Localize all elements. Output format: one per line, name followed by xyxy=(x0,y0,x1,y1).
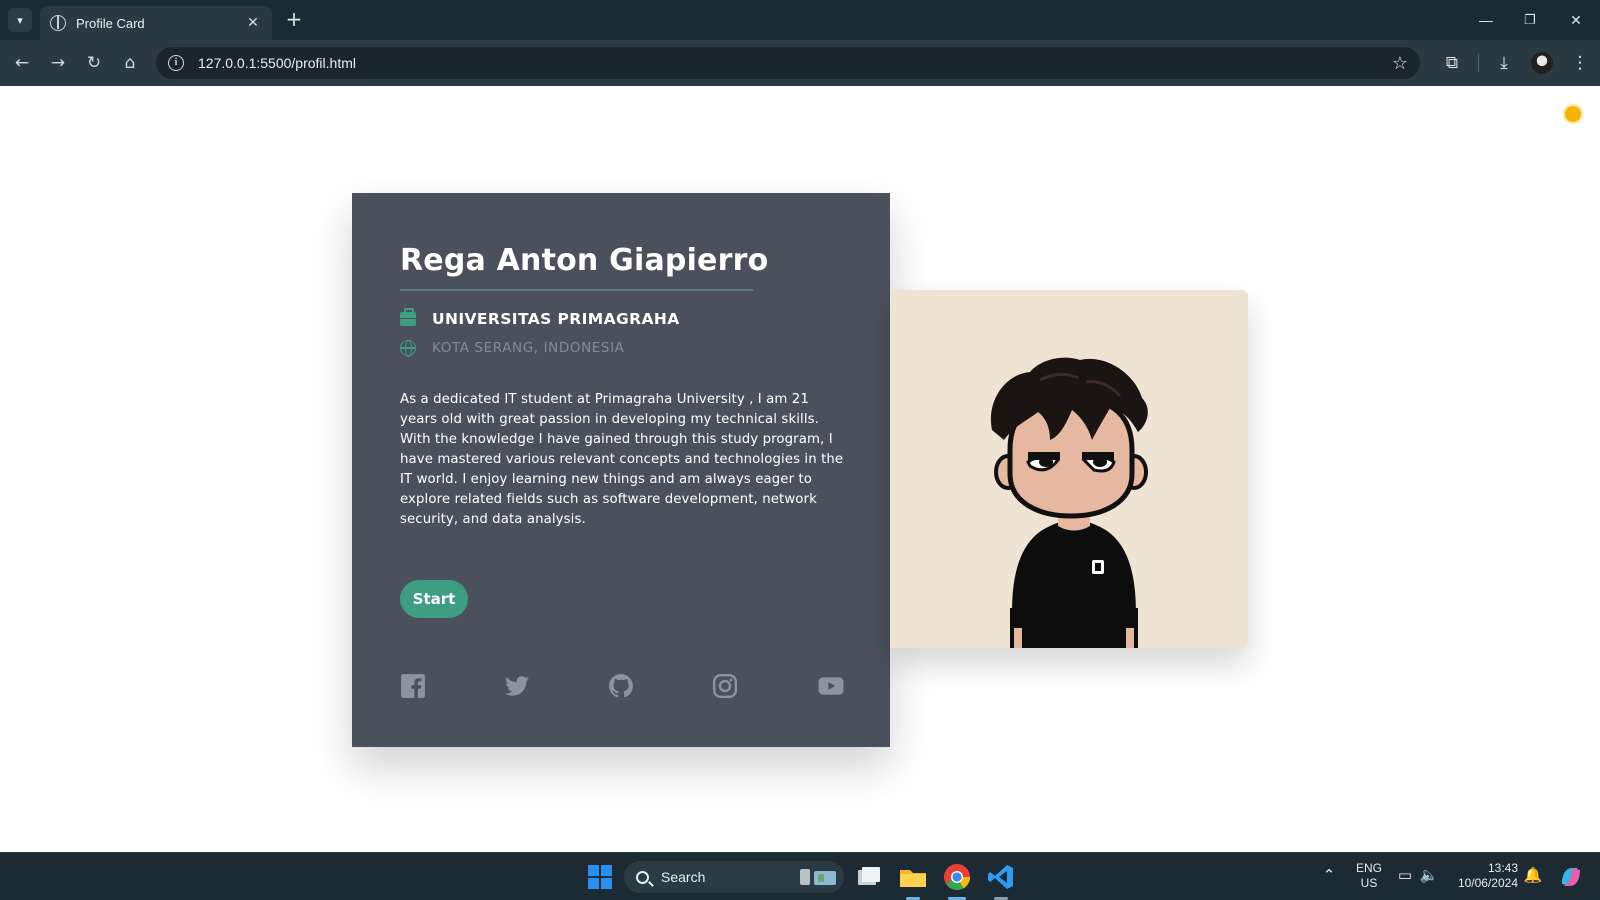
volume-icon[interactable]: 🔈 xyxy=(1418,866,1440,884)
profile-card: Rega Anton Giapierro UNIVERSITAS PRIMAGR… xyxy=(352,193,890,747)
new-tab-button[interactable]: + xyxy=(282,8,306,32)
browser-tab-profile-card[interactable]: Profile Card ✕ xyxy=(40,6,272,40)
search-highlight-icon xyxy=(800,869,836,885)
instagram-icon[interactable] xyxy=(712,673,738,699)
bookmark-star-icon[interactable]: ☆ xyxy=(1380,53,1420,74)
forward-arrow-icon[interactable]: → xyxy=(44,49,72,77)
clock-time: 13:43 xyxy=(1487,861,1518,875)
toolbar-separator xyxy=(1478,54,1479,72)
back-arrow-icon[interactable]: ← xyxy=(8,49,36,77)
browser-menu-icon[interactable]: ⋮ xyxy=(1566,49,1594,77)
notification-bell-icon[interactable]: 🔔 xyxy=(1522,866,1544,884)
home-icon[interactable]: ⌂ xyxy=(116,49,144,77)
tab-title: Profile Card xyxy=(76,15,145,31)
language-code: ENG xyxy=(1355,861,1382,875)
extensions-puzzle-icon[interactable]: ⧉ xyxy=(1438,49,1466,77)
facebook-icon[interactable] xyxy=(400,673,426,699)
twitter-icon[interactable] xyxy=(504,673,530,699)
university-name: UNIVERSITAS PRIMAGRAHA xyxy=(432,310,680,328)
location-text: KOTA SERANG, INDONESIA xyxy=(432,340,625,356)
chrome-icon[interactable] xyxy=(941,861,973,893)
sun-theme-toggle-icon[interactable] xyxy=(1565,106,1581,122)
task-view-icon[interactable] xyxy=(853,861,885,893)
search-icon xyxy=(636,870,649,884)
windows-taskbar: Search ⌃ ENG US ▭ 🔈 13:43 10/06/2024 🔔 xyxy=(0,852,1600,900)
browser-tab-strip: ▾ Profile Card ✕ + — ❐ ✕ xyxy=(0,0,1600,40)
briefcase-icon xyxy=(400,308,416,326)
minimize-button[interactable]: — xyxy=(1466,6,1506,34)
tab-search-chevron-icon[interactable]: ▾ xyxy=(8,8,32,32)
name-divider xyxy=(400,289,753,291)
social-links xyxy=(400,673,845,701)
profile-photo xyxy=(890,290,1248,648)
restore-button[interactable]: ❐ xyxy=(1510,6,1550,34)
profile-bio: As a dedicated IT student at Primagraha … xyxy=(400,392,844,527)
profile-name: Rega Anton Giapierro xyxy=(400,243,769,278)
network-icon[interactable]: ▭ xyxy=(1394,866,1416,884)
copilot-icon[interactable] xyxy=(1556,862,1586,892)
taskbar-search-box[interactable]: Search xyxy=(624,861,844,893)
language-indicator[interactable]: ENG US xyxy=(1352,861,1386,891)
globe-favicon-icon xyxy=(50,15,66,31)
browser-profile-avatar[interactable] xyxy=(1531,52,1553,74)
clock[interactable]: 13:43 10/06/2024 xyxy=(1452,861,1518,891)
clock-date: 10/06/2024 xyxy=(1457,876,1518,890)
tray-overflow-chevron-icon[interactable]: ⌃ xyxy=(1318,866,1340,884)
address-bar[interactable]: i 127.0.0.1:5500/profil.html ☆ xyxy=(156,47,1420,79)
close-window-button[interactable]: ✕ xyxy=(1556,6,1596,34)
tab-close-icon[interactable]: ✕ xyxy=(244,15,262,31)
region-code: US xyxy=(1360,876,1378,890)
url-text[interactable]: 127.0.0.1:5500/profil.html xyxy=(198,55,1380,71)
taskbar-search-placeholder: Search xyxy=(661,869,706,885)
university-row: UNIVERSITAS PRIMAGRAHA xyxy=(400,308,680,328)
youtube-icon[interactable] xyxy=(818,673,844,699)
start-button[interactable]: Start xyxy=(400,580,468,618)
browser-toolbar: ← → ↻ ⌂ i 127.0.0.1:5500/profil.html ☆ ⧉… xyxy=(0,40,1600,86)
location-row: KOTA SERANG, INDONESIA xyxy=(400,340,625,357)
github-icon[interactable] xyxy=(608,673,634,699)
file-explorer-icon[interactable] xyxy=(897,861,929,893)
globe-icon xyxy=(400,340,416,357)
windows-start-icon[interactable] xyxy=(584,861,616,893)
site-info-icon[interactable]: i xyxy=(168,55,184,71)
avatar-illustration xyxy=(990,357,1148,648)
page-viewport: Rega Anton Giapierro UNIVERSITAS PRIMAGR… xyxy=(0,86,1600,852)
downloads-icon[interactable]: ⤓ xyxy=(1490,49,1518,77)
reload-icon[interactable]: ↻ xyxy=(80,49,108,77)
vscode-icon[interactable] xyxy=(985,861,1017,893)
